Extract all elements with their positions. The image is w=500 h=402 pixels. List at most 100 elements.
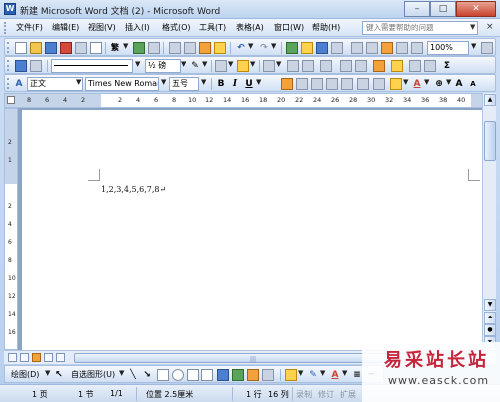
document-map-icon[interactable] (381, 42, 393, 54)
menu-edit[interactable]: 编辑(E) (52, 22, 79, 33)
clip-art-icon[interactable] (247, 369, 259, 381)
menu-insert[interactable]: 插入(I) (125, 22, 150, 33)
line-color-dropdown-icon[interactable]: ▼ (320, 369, 325, 377)
help-close-icon[interactable]: × (486, 22, 494, 32)
close-button[interactable]: ✕ (456, 1, 496, 17)
redo-icon[interactable]: ↷ (258, 42, 270, 54)
font-color-button[interactable]: A (411, 78, 423, 90)
outline-view-icon[interactable] (44, 353, 53, 362)
underline-button[interactable]: U (243, 78, 255, 90)
italic-button[interactable]: I (229, 78, 241, 90)
draw-font-color-icon[interactable]: A (329, 369, 341, 381)
draw-font-color-dropdown-icon[interactable]: ▼ (342, 369, 347, 377)
line-width-dropdown-icon[interactable]: ▼ (181, 60, 186, 68)
columns-icon[interactable] (351, 42, 363, 54)
undo-dropdown-icon[interactable]: ▼ (248, 42, 253, 50)
insert-table-dropdown-icon[interactable]: ▼ (276, 60, 281, 68)
status-extend[interactable]: 扩展 (340, 389, 356, 400)
menubar-grip-icon[interactable] (4, 22, 7, 34)
help-search-input[interactable]: 键入需要帮助的问题 (362, 21, 478, 35)
enclose-characters-icon[interactable]: ⊕ (433, 78, 445, 90)
sort-descending-icon[interactable] (424, 60, 436, 72)
toolbar-grip-icon[interactable] (7, 42, 10, 53)
line-width-select[interactable]: ½ 磅 (145, 59, 181, 73)
insert-picture-icon[interactable] (262, 369, 274, 381)
hyperlink-icon[interactable] (286, 42, 298, 54)
select-browse-object-icon[interactable]: ● (484, 324, 496, 336)
maximize-button[interactable]: □ (430, 1, 456, 17)
help-dropdown-icon[interactable]: ▼ (470, 23, 475, 31)
reading-icon[interactable] (411, 42, 423, 54)
pen-color-icon[interactable]: ✎ (189, 60, 201, 72)
styles-pane-icon[interactable]: A (13, 78, 25, 90)
horizontal-ruler[interactable]: 8 6 4 2 2 4 6 8 10 12 14 16 18 20 22 24 … (4, 93, 486, 108)
line-style-select[interactable] (51, 59, 133, 73)
research-icon[interactable] (148, 42, 160, 54)
distribute-rows-icon[interactable] (340, 60, 352, 72)
permission-icon[interactable] (60, 42, 72, 54)
word-app-icon[interactable]: W (4, 3, 16, 15)
open-folder-icon[interactable] (30, 42, 42, 54)
toolbar-grip-icon[interactable] (7, 78, 10, 89)
line-icon[interactable]: ╲ (127, 369, 139, 381)
enclose-dropdown-icon[interactable]: ▼ (446, 78, 451, 86)
border-icon[interactable] (215, 60, 227, 72)
menu-tools[interactable]: 工具(T) (199, 22, 226, 33)
text-box-draw-icon[interactable] (187, 369, 199, 381)
font-size-dropdown-icon[interactable]: ▼ (201, 78, 206, 86)
split-cells-icon[interactable] (302, 60, 314, 72)
text-direction-icon[interactable] (391, 60, 403, 72)
document-page[interactable] (22, 110, 482, 350)
insert-table-grid-icon[interactable] (263, 60, 275, 72)
toolbar-grip-icon[interactable] (7, 60, 10, 71)
menu-help[interactable]: 帮助(H) (312, 22, 340, 33)
oval-icon[interactable] (172, 369, 184, 381)
vertical-scroll-thumb[interactable] (484, 121, 496, 161)
help-icon[interactable] (481, 42, 493, 54)
previous-page-icon[interactable]: ⏶ (484, 312, 496, 324)
scroll-down-icon[interactable]: ▼ (484, 299, 496, 311)
menu-window[interactable]: 窗口(W) (274, 22, 304, 33)
tables-borders-icon[interactable] (301, 42, 313, 54)
style-select[interactable]: 正文 (27, 77, 83, 91)
shading-color-icon[interactable] (237, 60, 249, 72)
line-style-dropdown-icon[interactable]: ▼ (135, 60, 140, 68)
insert-table-icon[interactable] (316, 42, 328, 54)
dropdown-arrow-icon[interactable]: ▼ (123, 42, 128, 50)
distributed-icon[interactable] (341, 78, 353, 90)
shading-dropdown-icon[interactable]: ▼ (250, 60, 255, 68)
menu-table[interactable]: 表格(A) (236, 22, 264, 33)
vertical-scrollbar[interactable]: ▲ ▼ ⏶ ● ⏷ (482, 93, 496, 350)
zoom-dropdown-icon[interactable]: ▼ (471, 42, 476, 50)
menu-view[interactable]: 视图(V) (88, 22, 116, 33)
numbering-icon[interactable] (373, 78, 385, 90)
arrow-icon[interactable]: ↘ (141, 369, 153, 381)
fill-color-icon[interactable] (285, 369, 297, 381)
print-preview-icon[interactable] (90, 42, 102, 54)
print-icon[interactable] (75, 42, 87, 54)
diagram-icon[interactable] (232, 369, 244, 381)
new-document-icon[interactable] (15, 42, 27, 54)
undo-icon[interactable]: ↶ (235, 42, 247, 54)
spelling-icon[interactable] (133, 42, 145, 54)
autosum-icon[interactable]: Σ (441, 60, 453, 72)
select-objects-icon[interactable]: ↖ (53, 369, 65, 381)
font-select[interactable]: Times New Roman (85, 77, 159, 91)
align-center-icon[interactable] (296, 78, 308, 90)
reading-view-icon[interactable] (56, 353, 65, 362)
vertical-ruler[interactable]: 2 1 2 4 6 8 10 12 14 16 (4, 108, 18, 350)
sort-ascending-icon[interactable] (409, 60, 421, 72)
align-cell-icon[interactable] (320, 60, 332, 72)
justify-icon[interactable] (326, 78, 338, 90)
vertical-text-box-icon[interactable] (201, 369, 213, 381)
distribute-columns-icon[interactable] (355, 60, 367, 72)
cut-icon[interactable] (169, 42, 181, 54)
pen-color-dropdown-icon[interactable]: ▼ (202, 60, 207, 68)
print-layout-view-icon[interactable] (32, 353, 41, 362)
wordart-icon[interactable] (217, 369, 229, 381)
highlight-icon[interactable] (390, 78, 402, 90)
font-dropdown-icon[interactable]: ▼ (161, 78, 166, 86)
scroll-up-icon[interactable]: ▲ (484, 94, 496, 106)
autoshapes-dropdown-icon[interactable]: ▼ (119, 369, 124, 377)
border-dropdown-icon[interactable]: ▼ (228, 60, 233, 68)
